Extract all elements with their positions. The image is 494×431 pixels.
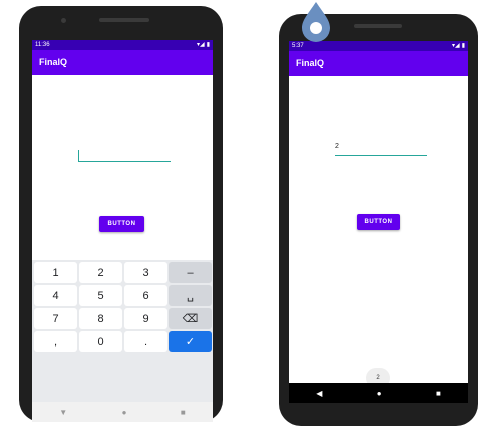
keypad-row: , 0 . ✓	[34, 331, 213, 352]
location-pin-icon	[302, 2, 330, 42]
home-icon[interactable]: ●	[122, 408, 127, 417]
status-icons: ▾◢ ▮	[452, 41, 465, 51]
check-icon[interactable]: ✓	[169, 331, 212, 352]
key-comma[interactable]: ,	[34, 331, 77, 352]
number-input[interactable]	[78, 149, 171, 162]
speaker-grille	[354, 24, 402, 28]
key-2[interactable]: 2	[79, 262, 122, 283]
status-time: 11:36	[35, 42, 50, 48]
app-bar: FinalQ	[289, 51, 468, 76]
text-cursor	[78, 150, 79, 161]
key-9[interactable]: 9	[124, 308, 167, 329]
keypad-row: 4 5 6 ␣	[34, 285, 213, 306]
key-period[interactable]: .	[124, 331, 167, 352]
battery-icon: ▮	[206, 42, 210, 48]
key-space[interactable]: ␣	[169, 285, 212, 306]
keypad-row: 1 2 3 –	[34, 262, 213, 283]
front-camera	[61, 18, 66, 23]
backspace-icon[interactable]: ⌫	[169, 308, 212, 329]
navigation-bar: ▼ ● ■	[32, 402, 213, 422]
key-6[interactable]: 6	[124, 285, 167, 306]
recents-icon[interactable]: ■	[181, 408, 186, 417]
number-input-value: 2	[335, 143, 339, 150]
speaker-grille	[99, 18, 149, 22]
key-minus[interactable]: –	[169, 262, 212, 283]
right-phone: 5:37 ▾◢ ▮ FinalQ 2 BUTTON 2 ◀ ● ■	[279, 14, 478, 426]
key-0[interactable]: 0	[79, 331, 122, 352]
number-input[interactable]: 2	[335, 143, 427, 156]
back-icon[interactable]: ◀	[316, 389, 322, 398]
left-screen: 11:36 ▾◢ ▮ FinalQ BUTTON 1 2 3 – 4 5 6 ␣	[32, 40, 213, 422]
key-7[interactable]: 7	[34, 308, 77, 329]
signal-icon: ▾◢	[452, 43, 460, 49]
navigation-bar: ◀ ● ■	[289, 383, 468, 403]
numeric-keyboard: 1 2 3 – 4 5 6 ␣ 7 8 9 ⌫ , 0 . ✓	[32, 260, 213, 402]
key-5[interactable]: 5	[79, 285, 122, 306]
home-icon[interactable]: ●	[377, 389, 382, 398]
battery-icon: ▮	[461, 43, 465, 49]
status-icons: ▾◢ ▮	[197, 40, 210, 50]
app-bar: FinalQ	[32, 50, 213, 75]
signal-icon: ▾◢	[197, 42, 205, 48]
back-icon[interactable]: ▼	[59, 408, 67, 417]
main-button[interactable]: BUTTON	[357, 214, 400, 230]
key-4[interactable]: 4	[34, 285, 77, 306]
right-screen: 5:37 ▾◢ ▮ FinalQ 2 BUTTON 2 ◀ ● ■	[289, 41, 468, 403]
main-button[interactable]: BUTTON	[99, 216, 144, 232]
key-8[interactable]: 8	[79, 308, 122, 329]
key-1[interactable]: 1	[34, 262, 77, 283]
recents-icon[interactable]: ■	[436, 389, 441, 398]
key-3[interactable]: 3	[124, 262, 167, 283]
left-phone: 11:36 ▾◢ ▮ FinalQ BUTTON 1 2 3 – 4 5 6 ␣	[19, 6, 223, 422]
status-bar: 11:36 ▾◢ ▮	[32, 40, 213, 50]
keypad-row: 7 8 9 ⌫	[34, 308, 213, 329]
